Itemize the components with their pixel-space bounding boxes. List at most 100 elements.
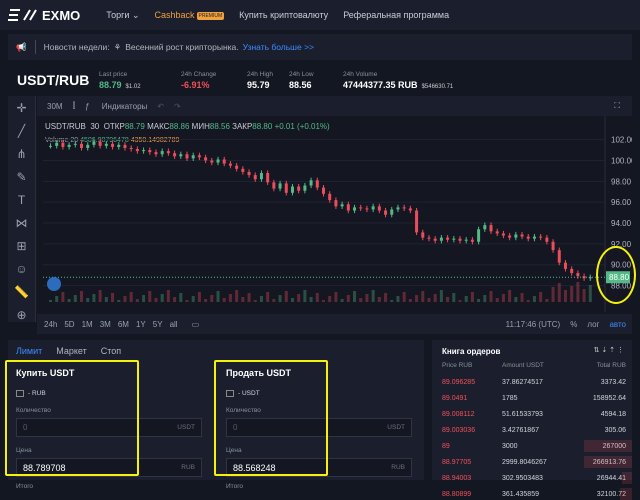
candle: [489, 225, 493, 232]
range-5[interactable]: 1Y: [136, 320, 146, 329]
candles-icon[interactable]: ⫿: [73, 101, 76, 111]
orderbook-row[interactable]: 89 3000 267000: [432, 440, 632, 452]
candle: [179, 154, 183, 157]
auto-toggle[interactable]: авто: [609, 320, 626, 329]
volume-bar: [259, 296, 263, 302]
candle: [55, 142, 59, 146]
candle: [377, 206, 381, 211]
nav-trading[interactable]: Торги ⌄: [106, 10, 139, 21]
candle: [259, 172, 263, 180]
exmo-logo[interactable]: EXMO: [8, 8, 80, 23]
candle: [433, 238, 437, 241]
tradingview-logo-icon: [47, 277, 61, 291]
ruler-icon[interactable]: 📏: [8, 280, 35, 303]
tab-market[interactable]: Маркет: [56, 346, 86, 356]
measure-icon[interactable]: ⊞: [8, 234, 35, 257]
redo-icon[interactable]: ↷: [174, 102, 181, 111]
candle: [322, 187, 325, 194]
volume-bar: [483, 295, 487, 302]
volume-bar: [421, 291, 425, 302]
text-icon[interactable]: T: [8, 188, 35, 211]
orderbook-row[interactable]: 89.0491 1785 158952.64: [432, 392, 632, 404]
volume-bar: [86, 298, 90, 302]
candle: [61, 142, 65, 147]
volume-bar: [135, 299, 139, 302]
crosshair-icon[interactable]: ✛: [8, 96, 35, 119]
orderbook-row[interactable]: 89.008112 51.61533793 4594.18: [432, 408, 632, 420]
orderbook-total: 4594.18: [600, 410, 626, 418]
orderbook-row[interactable]: 88.94003 302.9503483 26944.41: [432, 472, 632, 484]
candle: [334, 200, 338, 207]
range-1[interactable]: 5D: [64, 320, 74, 329]
candle: [365, 208, 369, 210]
volume-bar: [551, 287, 555, 302]
emoji-icon[interactable]: ☺: [8, 257, 35, 280]
candle: [477, 229, 481, 242]
candles-plot: 102.00100.0098.0096.0094.0092.0090.0088.…: [43, 116, 632, 328]
ticker-bar: USDT/RUB Last price 88.79 $1.02 24h Chang…: [0, 64, 640, 96]
range-0[interactable]: 24h: [44, 320, 57, 329]
candle: [446, 237, 450, 240]
log-toggle[interactable]: лог: [587, 320, 599, 329]
range-2[interactable]: 1M: [82, 320, 93, 329]
price-chart[interactable]: 30M ⫿ ƒ Индикаторы ↶ ↷ ⛶ USDT/RUB 30 ОТК…: [37, 96, 632, 336]
orderbook-view-icons[interactable]: ⇅ ⇣ ⇡ ⋮: [594, 346, 624, 354]
y-tick-label: 100.00: [611, 156, 632, 165]
calendar-icon[interactable]: ▭: [192, 320, 200, 329]
undo-icon[interactable]: ↶: [157, 102, 164, 111]
orderbook-amount: 1785: [502, 394, 518, 402]
candle: [309, 180, 313, 186]
volume-bar: [222, 298, 226, 302]
volume-bar: [390, 300, 394, 302]
volume-bar: [353, 291, 357, 302]
nav-buy-crypto[interactable]: Купить криптовалюту: [239, 10, 328, 20]
candle: [135, 149, 139, 152]
orderbook-total: 26944.41: [596, 474, 626, 482]
volume-bar: [117, 300, 121, 302]
top-nav: EXMO Торги ⌄ Cashback PREMIUM Купить крип…: [0, 0, 640, 30]
volume-bar: [204, 299, 208, 302]
range-4[interactable]: 6M: [118, 320, 129, 329]
orderbook-row[interactable]: 89.003036 3.42761867 305.06: [432, 424, 632, 436]
range-7[interactable]: all: [170, 320, 178, 329]
pattern-icon[interactable]: ⋈: [8, 211, 35, 234]
candle: [520, 234, 524, 237]
orderbook-price: 89.008112: [442, 410, 475, 418]
candle: [539, 236, 543, 238]
volume-bar: [111, 293, 115, 302]
zoom-icon[interactable]: ⊕: [8, 303, 35, 326]
nav-referral[interactable]: Реферальная программа: [343, 10, 449, 20]
volume-bar: [73, 295, 77, 302]
sprout-icon: ⚘: [113, 41, 122, 52]
orderbook-row[interactable]: 88.97705 2999.8046267 266913.76: [432, 456, 632, 468]
fullscreen-icon[interactable]: ⛶: [614, 101, 620, 111]
candle: [197, 155, 201, 158]
range-3[interactable]: 3M: [100, 320, 111, 329]
volume-bar: [197, 292, 201, 302]
percent-toggle[interactable]: %: [570, 320, 577, 329]
stat-volume: 24h Volume 47444377.35 RUB $546630.71: [343, 70, 454, 90]
highlight-price-tag: [596, 246, 636, 304]
brush-icon[interactable]: ✎: [8, 165, 35, 188]
trendline-icon[interactable]: ╱: [8, 119, 35, 142]
orderbook-amount: 37.86274517: [502, 378, 543, 386]
indicators-button[interactable]: ƒ Индикаторы: [85, 102, 147, 111]
pitchfork-icon[interactable]: ⋔: [8, 142, 35, 165]
candle: [508, 235, 512, 238]
candle: [104, 143, 108, 146]
tab-limit[interactable]: Лимит: [16, 346, 42, 356]
orderbook-row[interactable]: 89.096285 37.86274517 3373.42: [432, 376, 632, 388]
y-tick-label: 102.00: [611, 136, 632, 145]
volume-bar: [570, 286, 574, 302]
volume-bar: [359, 298, 363, 302]
candle: [514, 234, 518, 238]
orderbook-amount: 302.9503483: [502, 474, 543, 482]
tab-stop[interactable]: Стоп: [101, 346, 121, 356]
orderbook-row[interactable]: 88.80899 361.435859 32100.72: [432, 488, 632, 500]
range-6[interactable]: 5Y: [153, 320, 163, 329]
candle: [111, 143, 115, 147]
interval-button[interactable]: 30M: [47, 102, 63, 111]
volume-bar: [247, 293, 251, 302]
nav-cashback[interactable]: Cashback PREMIUM: [154, 10, 225, 20]
news-link[interactable]: Узнать больше >>: [243, 42, 314, 52]
